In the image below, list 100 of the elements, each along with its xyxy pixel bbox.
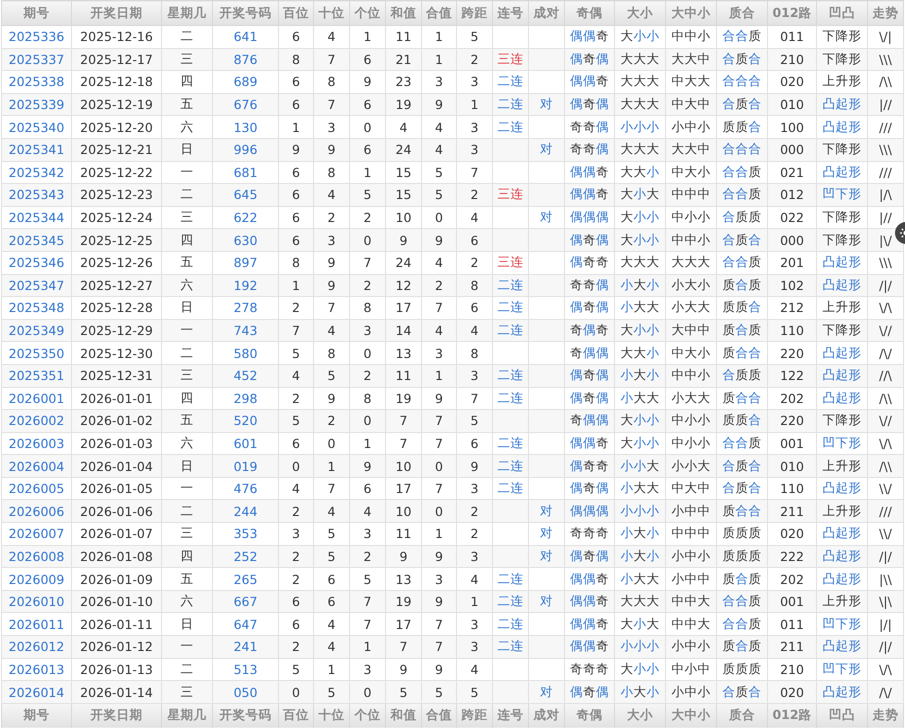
period-link[interactable]: 2026005	[8, 481, 64, 496]
period-link[interactable]: 2025336	[8, 29, 64, 44]
units-cell: 5	[350, 184, 386, 206]
date-cell: 2026-01-09	[72, 568, 162, 590]
units-cell: 0	[350, 116, 386, 138]
period-link[interactable]: 2026013	[8, 662, 64, 677]
period-link[interactable]: 2025338	[8, 74, 64, 90]
trend-cell: |/\	[868, 184, 904, 206]
period-link[interactable]: 2025342	[8, 164, 64, 180]
span-cell: 5	[456, 680, 492, 704]
hundreds-cell: 5	[278, 410, 314, 432]
route-cell: 100	[768, 116, 816, 138]
hundreds-cell: 3	[278, 522, 314, 546]
sum-tail-cell: 3	[422, 70, 456, 94]
number-cell: 353	[212, 522, 278, 546]
period-link[interactable]: 2026009	[8, 572, 64, 587]
period-link[interactable]: 2026010	[8, 594, 64, 610]
column-footer: 凹凸	[816, 703, 868, 728]
trend-cell: /\/	[868, 680, 904, 704]
route-cell: 220	[768, 410, 816, 432]
sum-cell: 7	[386, 410, 422, 432]
period-link[interactable]: 2026007	[8, 526, 64, 542]
period-link[interactable]: 2025337	[8, 52, 64, 67]
big-small-cell: 小大小	[614, 680, 666, 704]
period-link[interactable]: 2026014	[8, 684, 64, 700]
date-cell: 2025-12-21	[72, 138, 162, 162]
column-footer: 质合	[716, 703, 768, 728]
sum-cell: 11	[386, 364, 422, 387]
trend-cell: //\	[868, 364, 904, 387]
column-header: 成对	[528, 0, 564, 26]
weekday-cell: 二	[162, 184, 212, 206]
big-small-cell: 小大小	[614, 364, 666, 387]
column-header: 012路	[768, 0, 816, 26]
sum-tail-cell: 9	[422, 228, 456, 252]
period-link[interactable]: 2025343	[8, 187, 64, 202]
sum-tail-cell: 3	[422, 568, 456, 590]
prime-composite-cell: 合质合	[716, 680, 768, 704]
period-link[interactable]: 2025349	[8, 323, 64, 338]
odd-even-cell: 偶偶奇	[564, 26, 614, 48]
trend-cell: \\\	[868, 138, 904, 162]
period-link[interactable]: 2026004	[8, 458, 64, 474]
period-link[interactable]: 2025341	[8, 142, 64, 158]
period-link[interactable]: 2025340	[8, 120, 64, 135]
units-cell: 0	[350, 342, 386, 364]
span-cell: 2	[456, 522, 492, 546]
span-cell: 3	[456, 116, 492, 138]
odd-even-cell: 偶偶奇	[564, 636, 614, 658]
period-link[interactable]: 2026006	[8, 504, 64, 519]
number-cell: 630	[212, 228, 278, 252]
prime-composite-cell: 质合合	[716, 342, 768, 364]
consecutive-cell: 二连	[492, 636, 528, 658]
period-link[interactable]: 2025339	[8, 97, 64, 112]
period-link[interactable]: 2025345	[8, 232, 64, 248]
period-link[interactable]: 2025350	[8, 346, 64, 361]
span-cell: 3	[456, 364, 492, 387]
period-link[interactable]: 2025351	[8, 368, 64, 384]
units-cell: 0	[350, 680, 386, 704]
period-link[interactable]: 2026003	[8, 436, 64, 451]
consecutive-cell: 三连	[492, 184, 528, 206]
route-cell: 020	[768, 522, 816, 546]
odd-even-cell: 奇奇偶	[564, 138, 614, 162]
big-small-cell: 小小小	[614, 116, 666, 138]
shape-cell: 上升形	[816, 70, 868, 94]
route-cell: 020	[768, 680, 816, 704]
route-cell: 012	[768, 184, 816, 206]
tens-cell: 2	[314, 410, 350, 432]
sum-cell: 11	[386, 522, 422, 546]
period-link[interactable]: 2026011	[8, 616, 64, 632]
period-link[interactable]: 2025347	[8, 278, 64, 293]
span-cell: 2	[456, 251, 492, 274]
column-footer: 大中小	[666, 703, 716, 728]
column-header: 凹凸	[816, 0, 868, 26]
sum-cell: 17	[386, 296, 422, 320]
number-cell: 580	[212, 342, 278, 364]
period-link[interactable]: 2025344	[8, 210, 64, 226]
shape-cell: 下降形	[816, 138, 868, 162]
number-cell: 050	[212, 680, 278, 704]
number-cell: 241	[212, 636, 278, 658]
period-link[interactable]: 2025346	[8, 255, 64, 270]
sum-tail-cell: 1	[422, 522, 456, 546]
trend-cell: ///	[868, 116, 904, 138]
column-header: 星期几	[162, 0, 212, 26]
period-link[interactable]: 2026012	[8, 639, 64, 654]
period-link[interactable]: 2025348	[8, 300, 64, 316]
column-header: 十位	[314, 0, 350, 26]
period-link[interactable]: 2026002	[8, 413, 64, 428]
sum-tail-cell: 1	[422, 26, 456, 48]
sum-tail-cell: 4	[422, 251, 456, 274]
period-link[interactable]: 2026001	[8, 390, 64, 406]
trend-cell: \\/	[868, 522, 904, 546]
date-cell: 2026-01-14	[72, 680, 162, 704]
big-mid-small-cell: 小中小	[666, 680, 716, 704]
route-cell: 211	[768, 636, 816, 658]
column-footer: 大小	[614, 703, 666, 728]
hundreds-cell: 0	[278, 680, 314, 704]
big-small-cell: 大大大	[614, 70, 666, 94]
big-mid-small-cell: 中中中	[666, 522, 716, 546]
column-footer: 奇偶	[564, 703, 614, 728]
date-cell: 2025-12-16	[72, 26, 162, 48]
period-link[interactable]: 2026008	[8, 548, 64, 564]
